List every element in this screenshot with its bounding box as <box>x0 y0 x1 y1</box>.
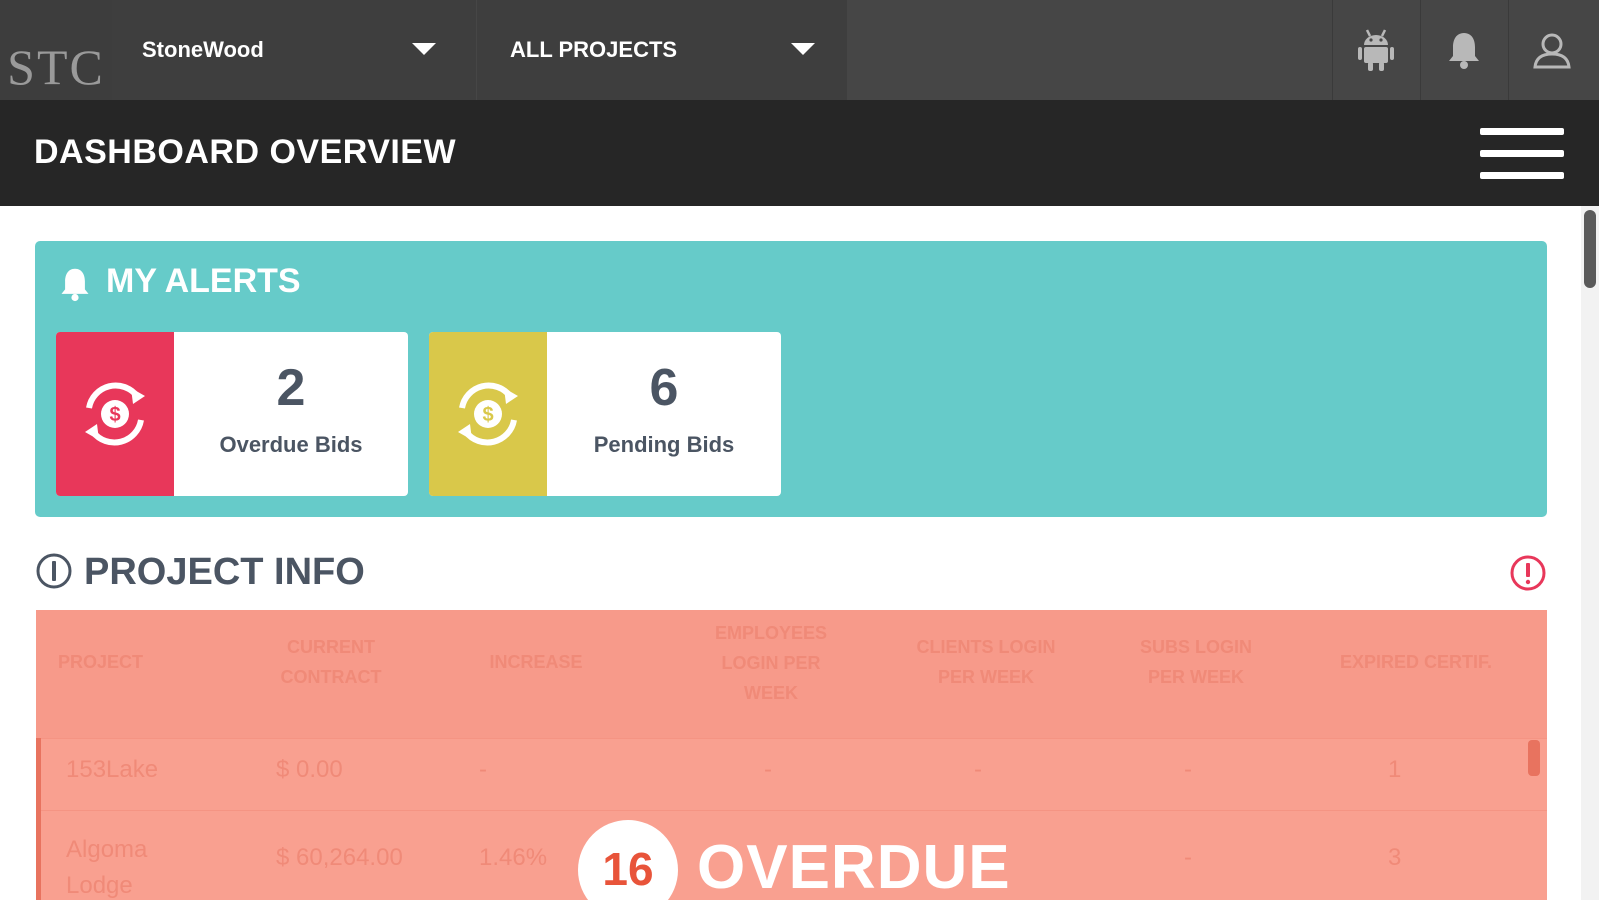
android-icon <box>1358 29 1394 71</box>
overdue-bids-swatch: $ <box>56 332 174 496</box>
column-header: SUBS LOGIN PER WEEK <box>1139 637 1252 687</box>
bell-icon <box>61 268 89 302</box>
cell-project: 153Lake <box>66 756 159 783</box>
info-icon <box>36 553 72 589</box>
cell-contract: $ 60,264.00 <box>276 844 403 871</box>
overdue-label: OVERDUE <box>697 833 1011 902</box>
cell-subs: - <box>1184 756 1192 783</box>
column-header: INCREASE <box>489 652 583 672</box>
overdue-count-badge: 16 <box>578 820 678 920</box>
overdue-bids-card[interactable]: $ 2 Overdue Bids <box>56 332 408 496</box>
money-cycle-icon: $ <box>458 382 518 446</box>
project-select-value: ALL PROJECTS <box>510 37 678 62</box>
column-header: EXPIRED CERTIF. <box>1339 652 1493 672</box>
android-button[interactable] <box>1332 0 1419 100</box>
notifications-button[interactable] <box>1420 0 1507 100</box>
alerts-title: MY ALERTS <box>106 262 301 300</box>
column-header: CURRENT CONTRACT <box>280 637 382 687</box>
cell-project: Algoma Lodge <box>66 836 148 899</box>
pending-bids-swatch: $ <box>429 332 547 496</box>
company-select[interactable]: StoneWood <box>112 0 476 100</box>
table-header: PROJECT CURRENT CONTRACT INCREASE EMPLOY… <box>36 610 1547 738</box>
logo[interactable]: STC <box>0 0 112 100</box>
cell-increase: - <box>479 756 487 783</box>
project-info-title: PROJECT INFO <box>84 551 365 593</box>
money-cycle-icon: $ <box>85 382 145 446</box>
row-accent <box>36 738 41 900</box>
chevron-down-icon <box>791 43 815 55</box>
bell-icon <box>1449 33 1479 69</box>
scrollbar-thumb[interactable] <box>1584 210 1596 288</box>
cell-expired: 1 <box>1388 756 1402 783</box>
cell-subs: - <box>1184 844 1192 871</box>
company-select-value: StoneWood <box>142 37 264 62</box>
menu-icon[interactable] <box>1480 128 1564 180</box>
pending-bids-count: 6 <box>649 359 679 417</box>
cell-increase: 1.46% <box>479 844 548 871</box>
page-title: DASHBOARD OVERVIEW <box>34 133 457 171</box>
cell-clients: - <box>974 756 982 783</box>
page-scrollbar[interactable] <box>1581 206 1599 900</box>
cell-expired: 3 <box>1388 844 1402 871</box>
overdue-bids-label: Overdue Bids <box>219 432 363 457</box>
column-header: EMPLOYEES LOGIN PER WEEK <box>714 623 828 703</box>
title-bar: DASHBOARD OVERVIEW <box>0 100 1599 206</box>
user-menu-button[interactable] <box>1508 0 1595 100</box>
overdue-bids-count: 2 <box>276 359 306 417</box>
alert-info-icon[interactable] <box>1508 553 1548 593</box>
cell-contract: $ 0.00 <box>276 756 343 783</box>
column-header: CLIENTS LOGIN PER WEEK <box>916 637 1056 687</box>
user-icon <box>1533 33 1571 69</box>
chevron-down-icon <box>412 43 436 55</box>
top-bar: STC StoneWood ALL PROJECTS <box>0 0 1599 100</box>
table-scrollbar[interactable] <box>1528 740 1540 776</box>
cell-employees: - <box>764 756 772 783</box>
column-header: PROJECT <box>58 652 144 672</box>
pending-bids-label: Pending Bids <box>593 432 735 457</box>
svg-text:$: $ <box>482 404 493 426</box>
logo-text: STC <box>7 39 105 95</box>
project-select[interactable]: ALL PROJECTS <box>477 0 847 100</box>
pending-bids-card[interactable]: $ 6 Pending Bids <box>429 332 781 496</box>
svg-text:$: $ <box>109 404 120 426</box>
